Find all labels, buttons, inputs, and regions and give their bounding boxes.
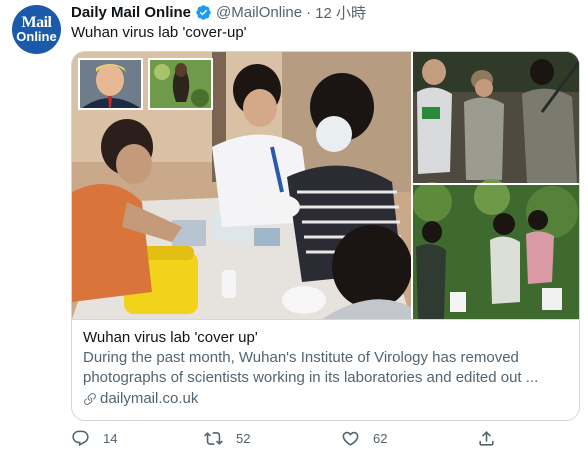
card-domain: dailymail.co.uk [83,389,568,409]
inset-bat-photo [148,58,213,110]
card-description-line2: photographs of scientists working in its… [83,369,539,386]
card-description-line1: During the past month, Wuhan's Institute… [83,349,519,366]
retweet-icon [204,432,223,445]
field-photo-top [413,52,579,183]
link-icon [83,392,97,406]
verified-badge-icon [195,4,212,21]
tweet-text: Wuhan virus lab 'cover-up' [71,24,247,41]
card-domain-text[interactable]: dailymail.co.uk [100,389,198,409]
action-bar: 14 52 62 [71,429,501,451]
timestamp[interactable]: 12 小時 [315,2,366,23]
card-image[interactable] [72,52,579,319]
card-title: Wuhan virus lab 'cover up' [83,329,258,346]
reply-icon [72,430,89,447]
avatar-logo-line2: Online [16,29,57,44]
card-body[interactable]: Wuhan virus lab 'cover up' During the pa… [72,319,579,420]
reply-button[interactable]: 14 [71,429,117,448]
avatar[interactable]: Mail Online [12,5,61,54]
card-description: During the past month, Wuhan's Institute… [83,348,571,388]
heart-icon [342,431,359,446]
retweet-count: 52 [236,431,251,446]
handle[interactable]: @MailOnline [216,4,302,21]
reply-count: 14 [103,431,118,446]
like-count: 62 [373,431,388,446]
share-button[interactable] [477,429,509,448]
avatar-logo-line1: Mail [21,14,53,31]
inset-portrait-photo [78,58,143,110]
link-card[interactable]: Wuhan virus lab 'cover up' During the pa… [71,51,580,421]
tweet-header: Daily Mail Online @MailOnline · 12 小時 [71,1,366,23]
separator-dot: · [306,3,312,21]
share-icon [479,431,494,446]
card-image-collage [72,52,579,319]
like-button[interactable]: 62 [341,429,387,448]
retweet-button[interactable]: 52 [204,429,250,448]
display-name[interactable]: Daily Mail Online [71,4,191,21]
field-photo-bottom [412,179,579,319]
